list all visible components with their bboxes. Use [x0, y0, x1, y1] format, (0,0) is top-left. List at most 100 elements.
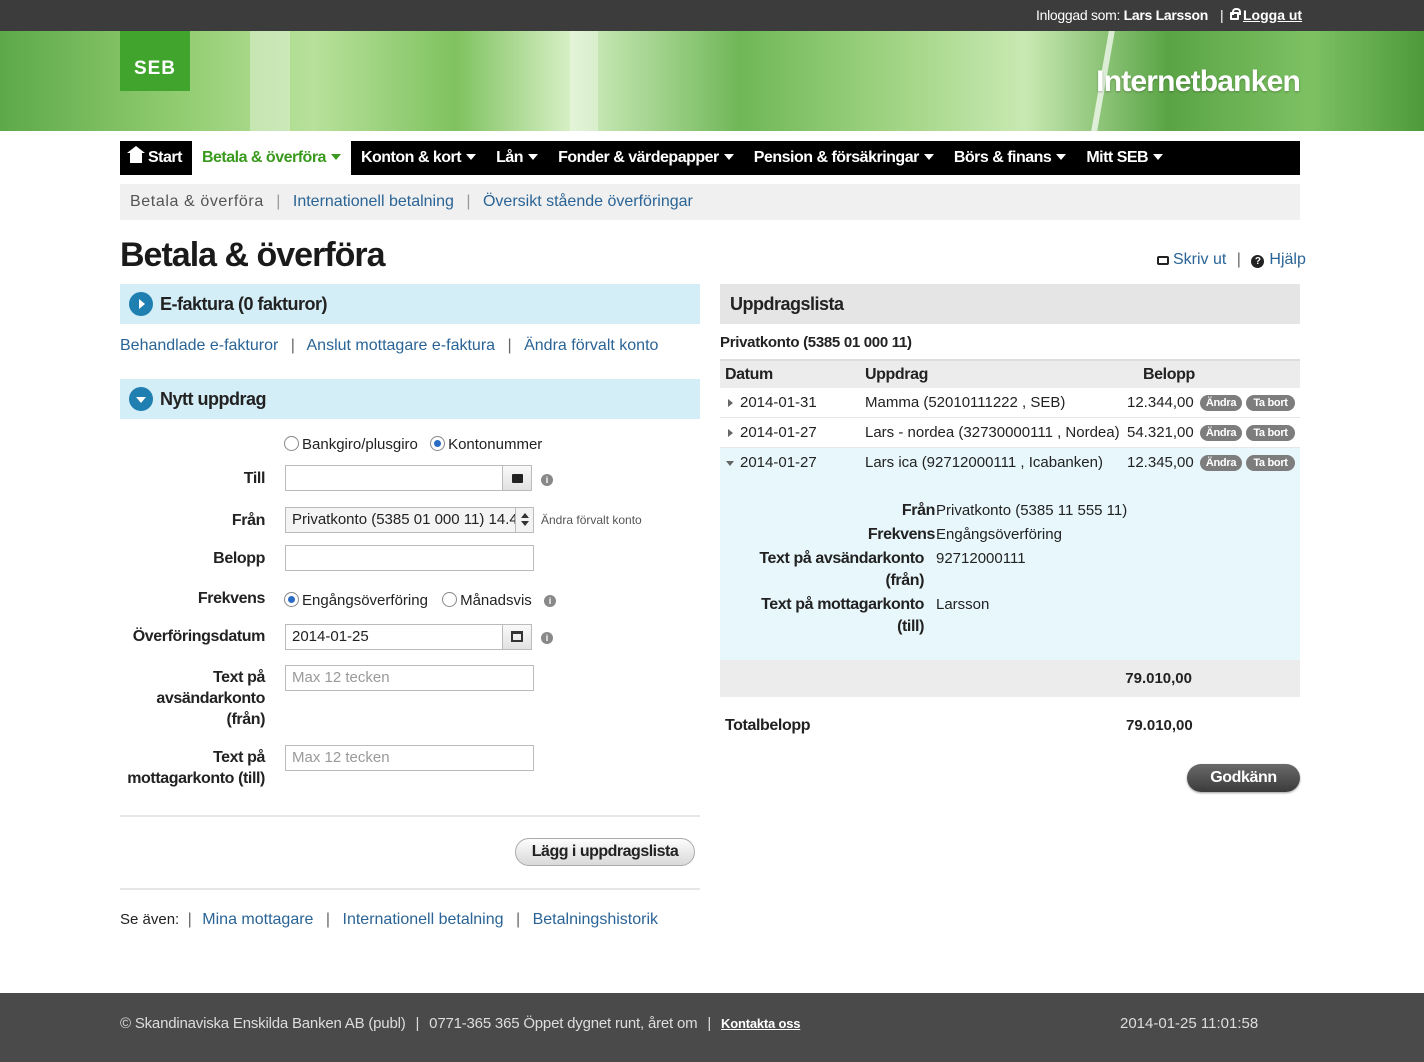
- efaktura-title: E-faktura (0 fakturor): [160, 294, 328, 314]
- from-select[interactable]: Privatkonto (5385 01 000 11) 14.4: [285, 507, 534, 533]
- nav-start[interactable]: Start: [120, 141, 192, 175]
- subtotal-row: 79.010,00: [720, 660, 1300, 697]
- new-order-header[interactable]: Nytt uppdrag: [120, 379, 700, 419]
- row-amount: 12.344,00: [1127, 394, 1194, 411]
- nav-label: Start: [148, 149, 182, 166]
- printer-icon: [1157, 256, 1169, 265]
- divider: [120, 888, 700, 890]
- info-icon[interactable]: i: [544, 595, 556, 607]
- expand-row-icon[interactable]: [728, 429, 733, 437]
- edit-button[interactable]: Ändra: [1200, 425, 1242, 441]
- calendar-button[interactable]: [502, 624, 532, 650]
- seb-logo[interactable]: SEB: [120, 31, 190, 91]
- column-amount: Belopp: [1143, 366, 1195, 383]
- divider: |: [515, 911, 521, 928]
- row-date: 2014-01-31: [740, 394, 817, 411]
- total-label: Totalbelopp: [725, 717, 811, 734]
- breadcrumb-link-standing-transfers[interactable]: Översikt stående överföringar: [483, 193, 693, 210]
- radio-control[interactable]: [442, 592, 458, 607]
- remove-button[interactable]: Ta bort: [1246, 425, 1295, 441]
- transfer-date-input[interactable]: 2014-01-25: [285, 624, 503, 650]
- edit-button[interactable]: Ändra: [1200, 455, 1242, 471]
- divider: |: [325, 911, 331, 928]
- expand-row-icon[interactable]: [728, 399, 733, 407]
- info-icon[interactable]: i: [541, 632, 553, 644]
- help-link[interactable]: ? Hjälp: [1251, 251, 1306, 268]
- remove-button[interactable]: Ta bort: [1246, 395, 1295, 411]
- radio-label: Bankgiro/plusgiro: [302, 436, 418, 453]
- chevron-down-icon: [528, 154, 539, 160]
- contact-link[interactable]: Kontakta oss: [721, 1016, 800, 1031]
- divider: |: [466, 193, 471, 210]
- info-icon[interactable]: i: [541, 474, 553, 486]
- footer: © Skandinaviska Enskilda Banken AB (publ…: [0, 993, 1424, 1062]
- chevron-down-icon: [1056, 154, 1067, 160]
- label-line: Text på: [212, 669, 265, 686]
- efaktura-links: Behandlade e-fakturor | Anslut mottagare…: [120, 337, 658, 355]
- to-input[interactable]: [285, 465, 503, 491]
- nav-fonder[interactable]: Fonder & värdepapper: [548, 141, 744, 175]
- nav-label: Fonder & värdepapper: [558, 149, 719, 166]
- link-change-default-account[interactable]: Ändra förvalt konto: [524, 337, 658, 354]
- detail-frequency-label: Frekvens: [867, 526, 935, 543]
- link-international-payment[interactable]: Internationell betalning: [343, 911, 504, 928]
- detail-sender-value: 92712000111: [936, 550, 1026, 567]
- table-row-expanded[interactable]: 2014-01-27 Lars ica (92712000111 , Icaba…: [720, 448, 1300, 478]
- link-connect-payee[interactable]: Anslut mottagare e-faktura: [307, 337, 496, 354]
- subtotal-value: 79.010,00: [1125, 670, 1192, 687]
- sender-text-input[interactable]: Max 12 tecken: [285, 665, 534, 691]
- see-also: Se även: | Mina mottagare | Internatione…: [120, 911, 658, 929]
- link-my-payees[interactable]: Mina mottagare: [202, 911, 313, 928]
- table-row[interactable]: 2014-01-31 Mamma (52010111222 , SEB) 12.…: [720, 388, 1300, 418]
- detail-sender-label: Text på avsändarkonto: [759, 550, 924, 567]
- site-title: Internetbanken: [1096, 65, 1301, 98]
- link-payment-history[interactable]: Betalningshistorik: [533, 911, 658, 928]
- efaktura-header[interactable]: E-faktura (0 fakturor): [120, 284, 700, 324]
- frequency-group: Engångsöverföring Månadsvis: [284, 592, 532, 609]
- remove-button[interactable]: Ta bort: [1246, 455, 1295, 471]
- approve-button[interactable]: Godkänn: [1187, 764, 1300, 792]
- banner-decoration: [250, 31, 290, 131]
- receiver-text-input[interactable]: Max 12 tecken: [285, 745, 534, 771]
- change-default-account-hint[interactable]: Ändra förvalt konto: [541, 513, 642, 527]
- nav-lan[interactable]: Lån: [486, 141, 548, 175]
- row-date: 2014-01-27: [740, 424, 817, 441]
- nav-betala[interactable]: Betala & överföra: [191, 141, 351, 175]
- address-book-button[interactable]: [502, 465, 532, 491]
- nav-pension[interactable]: Pension & försäkringar: [744, 141, 944, 175]
- logout-link[interactable]: Logga ut: [1230, 7, 1302, 23]
- breadcrumb-link-international[interactable]: Internationell betalning: [293, 193, 454, 210]
- order-detail: Från Privatkonto (5385 11 555 11) Frekve…: [720, 478, 1300, 660]
- divider: |: [1236, 251, 1241, 268]
- radio-bankgiro[interactable]: Bankgiro/plusgiro: [284, 436, 418, 453]
- label-line: avsändarkonto: [156, 690, 265, 707]
- user-name: Lars Larsson: [1123, 7, 1209, 23]
- table-row[interactable]: 2014-01-27 Lars - nordea (32730000111 , …: [720, 418, 1300, 448]
- collapse-row-icon[interactable]: [726, 461, 734, 466]
- radio-one-time[interactable]: Engångsöverföring: [284, 592, 428, 609]
- nav-label: Betala & överföra: [201, 149, 327, 166]
- logged-in-info: Inloggad som: Lars Larsson: [1036, 7, 1208, 23]
- add-to-list-button[interactable]: Lägg i uppdragslista: [515, 838, 695, 866]
- breadcrumb-current: Betala & överföra: [130, 193, 264, 210]
- label-line: (från): [226, 711, 266, 728]
- nav-mitt-seb[interactable]: Mitt SEB: [1076, 141, 1173, 175]
- detail-receiver-label: Text på mottagarkonto: [761, 596, 924, 613]
- radio-kontonummer[interactable]: Kontonummer: [430, 436, 542, 453]
- nav-konton[interactable]: Konton & kort: [351, 141, 486, 175]
- amount-input[interactable]: [285, 545, 534, 571]
- edit-button[interactable]: Ändra: [1200, 395, 1242, 411]
- row-description: Lars - nordea (32730000111 , Nordea): [865, 424, 1120, 441]
- lock-icon: [1230, 8, 1241, 20]
- nav-bors[interactable]: Börs & finans: [944, 141, 1077, 175]
- radio-monthly[interactable]: Månadsvis: [442, 592, 532, 609]
- top-bar: Inloggad som: Lars Larsson | Logga ut: [0, 0, 1424, 31]
- print-link[interactable]: Skriv ut: [1157, 251, 1226, 268]
- radio-control[interactable]: [284, 592, 299, 607]
- radio-control[interactable]: [284, 436, 299, 451]
- detail-frequency-value: Engångsöverföring: [936, 526, 1062, 543]
- link-handled-einvoices[interactable]: Behandlade e-fakturor: [120, 337, 278, 354]
- nav-label: Börs & finans: [953, 149, 1052, 166]
- radio-control[interactable]: [430, 436, 446, 451]
- main-nav: Start Betala & överföra Konton & kort Lå…: [120, 141, 1300, 175]
